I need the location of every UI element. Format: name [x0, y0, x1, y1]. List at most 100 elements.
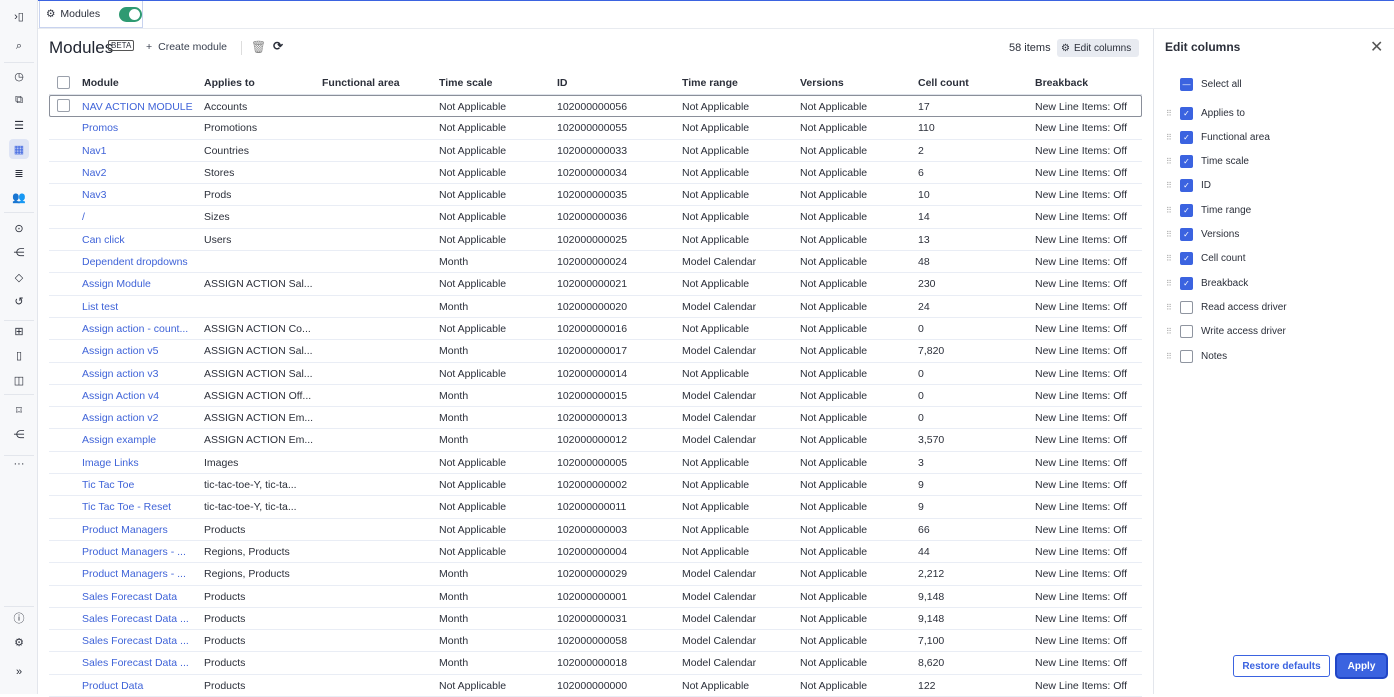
drag-handle-icon[interactable]: ⠿: [1166, 157, 1174, 166]
module-link[interactable]: Sales Forecast Data ...: [82, 613, 197, 625]
column-option[interactable]: ⠿ Read access driver: [1166, 299, 1287, 315]
column-option[interactable]: ⠿ ✓ Time scale: [1166, 154, 1249, 170]
module-link[interactable]: Product Data: [82, 680, 197, 692]
column-option[interactable]: ⠿ ✓ Cell count: [1166, 251, 1245, 267]
module-link[interactable]: Assign Action v4: [82, 390, 197, 402]
column-option[interactable]: ⠿ Notes: [1166, 348, 1227, 364]
edit-columns-button[interactable]: ⚙ Edit columns: [1057, 39, 1139, 57]
table-row[interactable]: Sales Forecast Data ... Products Month 1020…: [49, 630, 1142, 653]
drag-handle-icon[interactable]: ⠿: [1166, 206, 1174, 215]
table-row[interactable]: Promos Promotions Not Applicable 1020000000…: [49, 117, 1142, 140]
row-checkbox[interactable]: [57, 99, 70, 112]
restore-defaults-button[interactable]: Restore defaults: [1233, 655, 1330, 677]
column-header[interactable]: Applies to: [204, 77, 255, 89]
table-row[interactable]: Nav2 Stores Not Applicable 102000000034 Not …: [49, 162, 1142, 185]
line-items-icon[interactable]: ≣: [9, 163, 29, 183]
table-row[interactable]: Assign action v5 ASSIGN ACTION Sal... Mont…: [49, 340, 1142, 363]
table-row[interactable]: Dependent dropdowns Month 102000000024 Mode…: [49, 251, 1142, 274]
table-row[interactable]: Tic Tac Toe tic-tac-toe-Y, tic-ta... Not A…: [49, 474, 1142, 497]
table-row[interactable]: Tic Tac Toe - Reset tic-tac-toe-Y, tic-ta…: [49, 496, 1142, 519]
apply-button[interactable]: Apply: [1337, 655, 1386, 677]
table-row[interactable]: / Sizes Not Applicable 102000000036 Not Appl…: [49, 206, 1142, 229]
column-header[interactable]: ID: [557, 77, 568, 89]
drag-handle-icon[interactable]: ⠿: [1166, 133, 1174, 142]
processes-icon[interactable]: ⋲: [9, 242, 29, 262]
table-row[interactable]: Assign Module ASSIGN ACTION Sal... Not App…: [49, 273, 1142, 296]
column-option[interactable]: ⠿ ✓ Functional area: [1166, 129, 1270, 145]
module-link[interactable]: Product Managers - ...: [82, 546, 197, 558]
column-header[interactable]: Versions: [800, 77, 844, 89]
column-header[interactable]: Time range: [682, 77, 738, 89]
module-link[interactable]: Dependent dropdowns: [82, 256, 197, 268]
module-link[interactable]: Can click: [82, 234, 197, 246]
table-row[interactable]: Product Managers - ... Regions, Products N…: [49, 541, 1142, 564]
module-link[interactable]: /: [82, 211, 197, 223]
module-link[interactable]: Promos: [82, 122, 197, 134]
module-link[interactable]: Nav3: [82, 189, 197, 201]
more-icon[interactable]: ···: [9, 454, 29, 474]
tags-icon[interactable]: ◇: [9, 267, 29, 287]
checkbox[interactable]: ✓: [1180, 203, 1193, 217]
table-row[interactable]: Assign action - count... ASSIGN ACTION Co…: [49, 318, 1142, 341]
settings-icon[interactable]: ⚙: [9, 632, 29, 652]
table-row[interactable]: Product Managers - ... Regions, Products M…: [49, 563, 1142, 586]
module-link[interactable]: NAV ACTION MODULE: [82, 101, 197, 113]
column-option[interactable]: ⠿ ✓ Versions: [1166, 227, 1239, 243]
module-link[interactable]: Product Managers - ...: [82, 568, 197, 580]
module-link[interactable]: Assign Module: [82, 278, 197, 290]
modules-toggle[interactable]: [119, 6, 142, 22]
close-icon[interactable]: ✕: [1370, 37, 1383, 57]
checkbox[interactable]: ✓: [1180, 252, 1193, 266]
checkbox[interactable]: ✓: [1180, 276, 1193, 290]
drag-handle-icon[interactable]: ⠿: [1166, 279, 1174, 288]
table-row[interactable]: Can click Users Not Applicable 102000000025…: [49, 229, 1142, 252]
checkbox[interactable]: ✓: [1180, 130, 1193, 144]
module-link[interactable]: List test: [82, 301, 197, 313]
drag-handle-icon[interactable]: ⠿: [1166, 352, 1174, 361]
info-icon[interactable]: ⓘ: [9, 608, 29, 628]
search-icon[interactable]: ⌕: [9, 36, 29, 56]
module-link[interactable]: Assign action - count...: [82, 323, 197, 335]
drag-handle-icon[interactable]: ⠿: [1166, 181, 1174, 190]
module-link[interactable]: Product Managers: [82, 524, 197, 536]
module-link[interactable]: Assign action v2: [82, 412, 197, 424]
table-row[interactable]: Sales Forecast Data Products Month 10200000…: [49, 586, 1142, 608]
bookmark-icon[interactable]: ⌑: [9, 400, 29, 420]
checkbox[interactable]: ✓: [1180, 155, 1193, 169]
pages-icon[interactable]: ⧉: [9, 90, 29, 110]
module-link[interactable]: Assign action v3: [82, 368, 197, 380]
module-link[interactable]: Image Links: [82, 457, 197, 469]
checkbox[interactable]: [1180, 349, 1193, 363]
column-header[interactable]: Functional area: [322, 77, 400, 89]
table-row[interactable]: Nav1 Countries Not Applicable 102000000033 N…: [49, 140, 1142, 162]
module-link[interactable]: Sales Forecast Data ...: [82, 635, 197, 647]
table-row[interactable]: Assign action v2 ASSIGN ACTION Em... Month…: [49, 407, 1142, 430]
column-header[interactable]: Time scale: [439, 77, 493, 89]
collapse-icon[interactable]: »: [9, 662, 29, 682]
column-option[interactable]: ⠿ ✓ Applies to: [1166, 105, 1245, 121]
module-link[interactable]: Assign example: [82, 434, 197, 446]
module-link[interactable]: Nav1: [82, 145, 197, 157]
table-row[interactable]: Image Links Images Not Applicable 102000000…: [49, 452, 1142, 475]
select-all-rows-checkbox[interactable]: [57, 76, 70, 89]
module-link[interactable]: Tic Tac Toe: [82, 479, 197, 491]
grid-icon[interactable]: ⊞: [9, 321, 29, 341]
checkbox[interactable]: ✓: [1180, 106, 1193, 120]
select-all-checkbox[interactable]: — Select all: [1166, 76, 1242, 92]
drag-handle-icon[interactable]: ⠿: [1166, 303, 1174, 312]
indeterminate-checkbox-icon[interactable]: —: [1180, 77, 1193, 91]
modules-icon[interactable]: ▦: [9, 139, 29, 159]
table-row[interactable]: NAV ACTION MODULE Accounts Not Applicable 1…: [49, 95, 1142, 118]
actions-icon[interactable]: ⊙: [9, 218, 29, 238]
list-icon[interactable]: ☰: [9, 115, 29, 135]
module-link[interactable]: Assign action v5: [82, 345, 197, 357]
column-header[interactable]: Breakback: [1035, 77, 1088, 89]
tab-modules[interactable]: ⚙ Modules: [39, 1, 143, 28]
hierarchy-icon[interactable]: ⋲: [9, 424, 29, 444]
drag-handle-icon[interactable]: ⠿: [1166, 230, 1174, 239]
table-row[interactable]: Assign example ASSIGN ACTION Em... Month 10…: [49, 429, 1142, 452]
page-icon[interactable]: ▯: [9, 345, 29, 365]
module-link[interactable]: Sales Forecast Data ...: [82, 657, 197, 669]
refresh-icon[interactable]: ⟳: [273, 39, 283, 53]
recent-icon[interactable]: ◷: [9, 66, 29, 86]
